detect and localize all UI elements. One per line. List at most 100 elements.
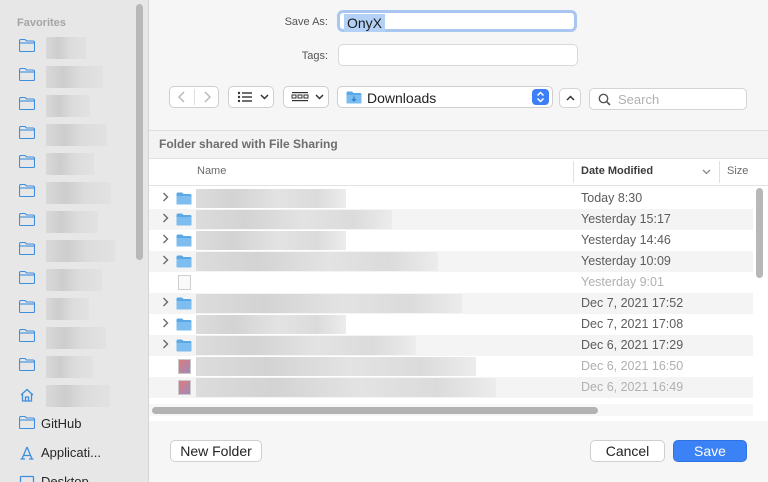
disclosure-triangle-icon[interactable]: [162, 191, 169, 205]
sidebar-item[interactable]: GitHub: [0, 412, 132, 438]
sidebar-item[interactable]: [0, 180, 132, 206]
up-down-chevron-icon: [536, 91, 545, 103]
redacted-label: [46, 211, 98, 233]
file-row[interactable]: Yesterday 9:01: [149, 272, 753, 293]
sort-chevron-down-icon: [702, 169, 711, 175]
redacted-filename: [196, 210, 392, 229]
shared-folder-text: Folder shared with File Sharing: [159, 137, 338, 151]
redacted-label: [46, 95, 90, 117]
folder-icon: [176, 192, 192, 205]
cancel-button[interactable]: Cancel: [590, 440, 665, 462]
list-view-icon: [237, 91, 252, 103]
redacted-label: [46, 37, 86, 59]
back-forward-control: [169, 86, 219, 108]
folder-icon: [19, 213, 35, 227]
location-popup[interactable]: Downloads: [337, 86, 553, 108]
search-icon: [598, 93, 611, 106]
forward-button[interactable]: [195, 87, 219, 107]
sidebar-item[interactable]: [0, 354, 132, 380]
column-name[interactable]: Name: [197, 165, 226, 177]
file-row[interactable]: Dec 7, 2021 17:52: [149, 293, 753, 314]
location-label: Downloads: [367, 90, 437, 106]
column-size[interactable]: Size: [727, 165, 748, 177]
disclosure-triangle-icon[interactable]: [162, 296, 169, 310]
sidebar-item[interactable]: [0, 209, 132, 235]
sidebar-item[interactable]: [0, 325, 132, 351]
redacted-label: [46, 153, 94, 175]
file-row[interactable]: Dec 6, 2021 16:49: [149, 377, 753, 398]
location-stepper[interactable]: [532, 89, 549, 105]
redacted-filename: [196, 189, 346, 208]
sidebar-item[interactable]: [0, 296, 132, 322]
folder-icon: [19, 329, 35, 343]
chevron-down-icon: [315, 94, 324, 100]
shared-folder-banner: Folder shared with File Sharing: [149, 131, 768, 159]
redacted-label: [46, 182, 111, 204]
chevron-down-icon: [260, 94, 269, 100]
date-modified: Yesterday 9:01: [581, 275, 664, 289]
folder-icon: [176, 297, 192, 310]
file-list-horizontal-scrollbar[interactable]: [152, 407, 598, 414]
redacted-label: [46, 385, 110, 407]
disclosure-triangle-icon[interactable]: [162, 338, 169, 352]
sidebar-item[interactable]: [0, 64, 132, 90]
expand-collapse-button[interactable]: [559, 88, 581, 108]
file-row[interactable]: Dec 7, 2021 17:08: [149, 314, 753, 335]
date-modified: Yesterday 14:46: [581, 233, 671, 247]
tags-label: Tags:: [301, 50, 328, 62]
search-placeholder: Search: [618, 92, 660, 107]
disclosure-triangle-icon[interactable]: [162, 233, 169, 247]
redacted-filename: [196, 315, 346, 334]
folder-icon: [19, 97, 35, 111]
folder-icon: [19, 300, 35, 314]
folder-icon: [19, 68, 35, 82]
sidebar-item[interactable]: Applicati...: [0, 441, 132, 467]
save-as-field[interactable]: OnyX: [337, 10, 577, 32]
view-mode-button[interactable]: [228, 86, 274, 108]
grid-icon: [291, 92, 309, 102]
file-row[interactable]: Dec 6, 2021 17:29: [149, 335, 753, 356]
sidebar-item[interactable]: [0, 383, 132, 409]
file-row[interactable]: Today 8:30: [149, 188, 753, 209]
tags-field[interactable]: [338, 44, 578, 66]
folder-icon: [176, 255, 192, 268]
redacted-label: [46, 356, 93, 378]
save-button[interactable]: Save: [673, 440, 747, 462]
chevron-left-icon: [178, 91, 185, 103]
sidebar-item[interactable]: Desktop: [0, 470, 132, 482]
sidebar-item[interactable]: [0, 238, 132, 264]
new-folder-button[interactable]: New Folder: [170, 440, 262, 462]
disclosure-triangle-icon[interactable]: [162, 254, 169, 268]
redacted-label: [46, 66, 103, 88]
column-date-modified[interactable]: Date Modified: [581, 165, 653, 177]
redacted-label: [46, 327, 106, 349]
folder-icon: [19, 39, 35, 53]
sidebar-item[interactable]: [0, 93, 132, 119]
redacted-filename: [196, 378, 496, 397]
disclosure-triangle-icon[interactable]: [162, 317, 169, 331]
folder-icon: [176, 213, 192, 226]
search-field[interactable]: Search: [589, 88, 747, 110]
column-header: Name Date Modified Size: [149, 159, 768, 186]
file-list-vertical-scrollbar[interactable]: [756, 188, 763, 278]
sidebar-item[interactable]: [0, 151, 132, 177]
date-modified: Yesterday 15:17: [581, 212, 671, 226]
sidebar-item[interactable]: [0, 122, 132, 148]
file-row[interactable]: Dec 6, 2021 16:50: [149, 356, 753, 377]
file-row[interactable]: Yesterday 10:09: [149, 251, 753, 272]
image-file-icon: [178, 380, 191, 395]
folder-icon: [19, 242, 35, 256]
folder-icon: [176, 234, 192, 247]
home-icon: [20, 388, 34, 402]
file-row[interactable]: Yesterday 15:17: [149, 209, 753, 230]
sidebar-scrollbar[interactable]: [136, 4, 143, 260]
disclosure-triangle-icon[interactable]: [162, 212, 169, 226]
back-button[interactable]: [170, 87, 194, 107]
sidebar-item[interactable]: [0, 35, 132, 61]
file-row[interactable]: Yesterday 14:46: [149, 230, 753, 251]
sidebar-item[interactable]: [0, 267, 132, 293]
date-modified: Dec 6, 2021 16:49: [581, 380, 684, 394]
sidebar: Favorites GitHub Applicati... Desktop: [0, 0, 149, 482]
group-mode-button[interactable]: [283, 86, 329, 108]
save-as-value: OnyX: [344, 14, 386, 32]
